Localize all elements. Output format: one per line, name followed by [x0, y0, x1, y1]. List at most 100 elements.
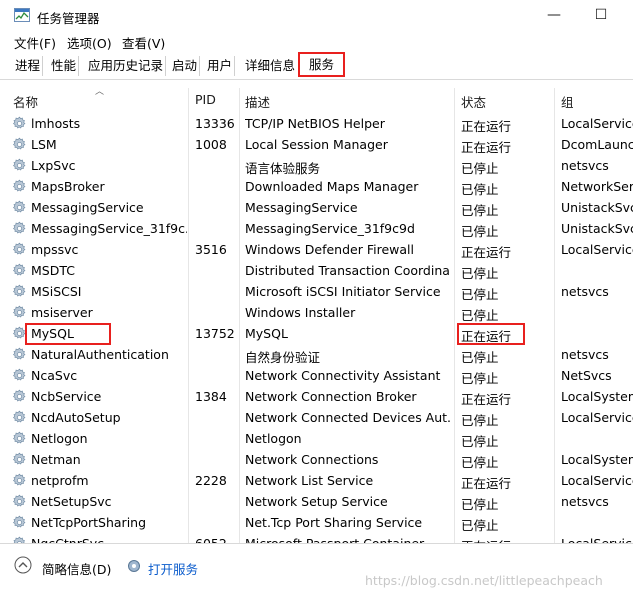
open-services-link[interactable]: 打开服务: [148, 559, 198, 578]
service-pid: 2228: [195, 473, 227, 488]
column-header-name[interactable]: 名称: [13, 92, 38, 111]
service-row[interactable]: NcaSvc Network Connectivity Assistant 已停止 N…: [0, 365, 633, 386]
service-name: netprofm: [31, 473, 89, 488]
gear-icon: [128, 560, 140, 572]
service-row[interactable]: Netman Network Connections 已停止 LocalSystem: [0, 449, 633, 470]
tab-app-history[interactable]: 应用历史记录: [86, 56, 167, 76]
service-row[interactable]: LSM 1008 Local Session Manager 正在运行 DcomLaun…: [0, 134, 633, 155]
service-row[interactable]: lmhosts 13336 TCP/IP NetBIOS Helper 正在运行 Loc…: [0, 113, 633, 134]
gear-icon: [12, 158, 27, 173]
service-name: mpssvc: [31, 242, 79, 257]
service-group: NetworkServ: [561, 179, 633, 194]
gear-icon: [12, 179, 27, 194]
service-pid: 13752: [195, 326, 235, 341]
service-group: LocalService: [561, 473, 633, 488]
maximize-button[interactable]: ☐: [586, 4, 616, 26]
gear-icon: [12, 431, 27, 446]
gear-icon: [12, 536, 27, 543]
chevron-up-icon[interactable]: [14, 556, 32, 574]
service-status: 已停止: [461, 434, 499, 449]
service-row[interactable]: MessagingService MessagingService 已停止 Unist…: [0, 197, 633, 218]
gear-icon: [12, 221, 27, 236]
service-description: TCP/IP NetBIOS Helper: [245, 116, 385, 131]
service-pid: 13336: [195, 116, 235, 131]
gear-icon: [12, 137, 27, 152]
column-header-description[interactable]: 描述: [245, 92, 270, 111]
gear-icon: [12, 452, 27, 467]
service-description: MessagingService: [245, 200, 358, 215]
menu-bar: 文件(F) 选项(O) 查看(V): [0, 31, 633, 52]
tab-performance[interactable]: 性能: [49, 56, 80, 76]
minimize-button[interactable]: —: [539, 4, 569, 26]
service-name: LSM: [31, 137, 57, 152]
menu-options[interactable]: 选项(O): [67, 33, 112, 52]
service-name: Netman: [31, 452, 81, 467]
service-description: MySQL: [245, 326, 288, 341]
service-row[interactable]: msiserver Windows Installer 已停止: [0, 302, 633, 323]
service-row[interactable]: NaturalAuthentication 自然身份验证 已停止 netsvcs: [0, 344, 633, 365]
service-name: MessagingService_31f9c...: [31, 221, 187, 236]
highlight-mysql-name: [25, 323, 111, 345]
service-description: Netlogon: [245, 431, 302, 446]
menu-view[interactable]: 查看(V): [122, 33, 165, 52]
service-group: UnistackSvcG: [561, 200, 633, 215]
service-name: NetTcpPortSharing: [31, 515, 147, 530]
service-description: MessagingService_31f9c9d: [245, 221, 415, 236]
service-pid: 1008: [195, 137, 227, 152]
service-row[interactable]: netprofm 2228 Network List Service 正在运行 Loca…: [0, 470, 633, 491]
column-header-status[interactable]: 状态: [461, 92, 486, 111]
service-row[interactable]: mpssvc 3516 Windows Defender Firewall 正在运行 L…: [0, 239, 633, 260]
watermark: https://blog.csdn.net/littlepeachpeach: [365, 573, 603, 588]
column-header-group[interactable]: 组: [561, 92, 574, 111]
service-row[interactable]: NgcCtnrSvc 6052 Microsoft Passport Contain…: [0, 533, 633, 543]
service-row[interactable]: MapsBroker Downloaded Maps Manager 已停止 Netw…: [0, 176, 633, 197]
tab-details[interactable]: 详细信息: [243, 56, 297, 76]
menu-file[interactable]: 文件(F): [14, 33, 56, 52]
service-name: NcaSvc: [31, 368, 78, 383]
gear-icon: [12, 389, 27, 404]
service-row[interactable]: MessagingService_31f9c... MessagingServic…: [0, 218, 633, 239]
service-status: 正在运行: [461, 476, 512, 491]
service-name: NgcCtnrSvc: [31, 536, 187, 543]
service-description: Local Session Manager: [245, 137, 388, 152]
service-status: 正在运行: [461, 536, 551, 543]
service-status: 正在运行: [461, 140, 512, 155]
gear-icon: [12, 200, 27, 215]
service-status: 已停止: [461, 497, 499, 512]
tab-services[interactable]: 服务: [298, 52, 345, 77]
service-description: Distributed Transaction Coordina...: [245, 263, 450, 278]
service-row[interactable]: NcbService 1384 Network Connection Broker 正…: [0, 386, 633, 407]
less-details-button[interactable]: 简略信息(D): [42, 559, 111, 578]
tab-users[interactable]: 用户: [205, 56, 236, 76]
service-status: 已停止: [461, 287, 499, 302]
service-group: LocalSystem: [561, 452, 633, 467]
service-row[interactable]: MSDTC Distributed Transaction Coordina...…: [0, 260, 633, 281]
task-manager-icon: [14, 8, 30, 22]
tab-startup[interactable]: 启动: [170, 56, 201, 76]
service-row[interactable]: LxpSvc 语言体验服务 已停止 netsvcs: [0, 155, 633, 176]
service-description: Network Connections: [245, 452, 379, 467]
gear-icon: [12, 347, 27, 362]
service-group: DcomLaunch: [561, 137, 633, 152]
service-pid: 3516: [195, 242, 227, 257]
service-name: LxpSvc: [31, 158, 76, 173]
service-description: 语言体验服务: [245, 161, 321, 176]
service-name: NcbService: [31, 389, 102, 404]
column-header-pid[interactable]: PID: [195, 92, 216, 107]
service-status: 正在运行: [461, 245, 512, 260]
tab-processes[interactable]: 进程: [13, 56, 44, 76]
service-row[interactable]: MSiSCSI Microsoft iSCSI Initiator Service…: [0, 281, 633, 302]
service-row[interactable]: NetSetupSvc Network Setup Service 已停止 netsv…: [0, 491, 633, 512]
service-row[interactable]: NcdAutoSetup Network Connected Devices Au…: [0, 407, 633, 428]
highlight-mysql-status: [457, 323, 525, 345]
service-status: 已停止: [461, 182, 499, 197]
service-group: UnistackSvcG: [561, 221, 633, 236]
service-description: Windows Defender Firewall: [245, 242, 414, 257]
service-group: netsvcs: [561, 284, 609, 299]
service-row[interactable]: NetTcpPortSharing Net.Tcp Port Sharing Se…: [0, 512, 633, 533]
service-row[interactable]: Netlogon Netlogon 已停止: [0, 428, 633, 449]
gear-icon: [12, 284, 27, 299]
service-name: NcdAutoSetup: [31, 410, 121, 425]
service-description: Network Connectivity Assistant: [245, 368, 441, 383]
gear-icon: [12, 368, 27, 383]
